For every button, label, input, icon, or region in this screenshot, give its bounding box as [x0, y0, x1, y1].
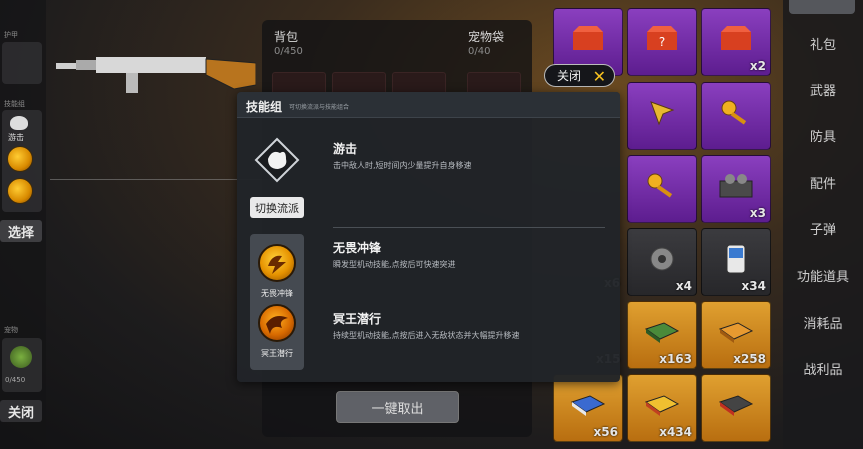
item-count: x4: [675, 279, 692, 293]
item-count: x163: [659, 352, 692, 366]
item-cell[interactable]: [701, 374, 771, 442]
skill-icons-box: 无畏冲锋 冥王潜行: [250, 234, 304, 370]
take-out-all-button[interactable]: 一键取出: [336, 391, 459, 423]
mystery-crate-icon: ?: [647, 26, 677, 51]
charge-mini-icon: [7, 146, 33, 172]
item-count: x34: [741, 279, 766, 293]
item-cell[interactable]: x3: [701, 155, 771, 223]
close-x-icon: ✕: [592, 67, 606, 86]
nav-item-weapon[interactable]: 武器: [783, 80, 863, 99]
blue-pack-icon: [570, 395, 606, 417]
skill-name: 冥王潜行: [333, 312, 382, 326]
green-pack-icon: [644, 322, 680, 344]
skill-name: 无畏冲锋: [333, 241, 382, 255]
bag-label: 背包: [274, 30, 299, 44]
skill-description: 持续型机动技能,点按后进入无敌状态并大幅提升移速: [333, 331, 520, 340]
item-cell[interactable]: x2: [701, 8, 771, 76]
arrow-cursor-icon: [650, 101, 675, 126]
pet-count: 0/450: [5, 376, 26, 384]
close-button[interactable]: 关闭 ✕: [544, 64, 615, 87]
category-nav: 礼包 武器 防具 配件 子弹 功能道具 消耗品 战利品: [783, 0, 863, 449]
style-description: 击中敌人时,短时间内少量提升自身移速: [333, 161, 472, 170]
left-close-button[interactable]: 关闭: [0, 400, 42, 422]
pet-bag-label: 宠物袋: [468, 30, 505, 44]
close-label: 关闭: [557, 69, 582, 83]
gold-key-icon: [647, 173, 673, 198]
rifle-icon: [56, 57, 256, 93]
bag-count: 0/450: [274, 46, 303, 57]
item-count: x258: [733, 352, 766, 366]
nav-item-consumable[interactable]: 消耗品: [783, 313, 863, 332]
skill-group-label: 技能组: [4, 100, 25, 108]
item-cell[interactable]: x34: [701, 228, 771, 296]
item-cell[interactable]: x434: [627, 374, 697, 442]
pet-icon: [10, 346, 32, 368]
left-equipment-column: 护甲 技能组 游击 选择 宠物 0/450 关闭: [0, 0, 46, 449]
divider: [333, 227, 605, 228]
svg-text:?: ?: [659, 35, 665, 49]
pet-label: 宠物: [4, 326, 18, 334]
item-cell[interactable]: [627, 155, 697, 223]
game-screen: 护甲 技能组 游击 选择 宠物 0/450 关闭 背包 0/450 宠物袋 0/…: [0, 0, 863, 449]
yellow-pack-icon: [644, 395, 680, 417]
ammo-box-icon: [719, 174, 753, 198]
red-crate-icon: [721, 26, 751, 51]
stealth-skill-label: 冥王潜行: [261, 349, 293, 358]
stealth-mini-icon: [7, 178, 33, 204]
red-crate-icon: [573, 26, 603, 51]
item-cell[interactable]: [627, 82, 697, 150]
charge-skill-label: 无畏冲锋: [261, 289, 293, 298]
select-button[interactable]: 选择: [0, 220, 42, 242]
red-pack-icon: [718, 395, 754, 417]
modal-title: 技能组: [246, 100, 283, 114]
nav-top-tab[interactable]: [789, 0, 855, 14]
charge-skill-icon[interactable]: [258, 244, 296, 282]
nav-item-tool[interactable]: 功能道具: [783, 266, 863, 285]
item-cell[interactable]: x163: [627, 301, 697, 369]
pet-slot[interactable]: 0/450: [2, 338, 42, 392]
item-cell[interactable]: [701, 82, 771, 150]
item-cell[interactable]: ?: [627, 8, 697, 76]
armor-label: 护甲: [4, 31, 18, 39]
guerrilla-style-icon: [254, 137, 300, 183]
skill-group-slot[interactable]: 游击: [2, 110, 42, 212]
battery-icon: [726, 244, 746, 274]
item-cell[interactable]: x258: [701, 301, 771, 369]
skill-group-name: 游击: [8, 133, 24, 142]
item-count: x3: [749, 206, 766, 220]
nav-item-gift[interactable]: 礼包: [783, 34, 863, 53]
skill-group-modal: 技能组 可切换流派与技能组合 切换流派 游击 击中敌人时,短时间内少量提升自身移…: [237, 92, 620, 382]
orange-pack-icon: [718, 322, 754, 344]
modal-subtitle: 可切换流派与技能组合: [289, 104, 350, 111]
pet-bag-count: 0/40: [468, 46, 491, 57]
armor-slot[interactable]: [2, 42, 42, 84]
switch-style-button[interactable]: 切换流派: [250, 197, 304, 218]
stealth-skill-icon[interactable]: [258, 304, 296, 342]
nav-item-loot[interactable]: 战利品: [783, 359, 863, 378]
style-name: 游击: [333, 142, 358, 156]
modal-header: 技能组 可切换流派与技能组合: [237, 92, 620, 118]
tape-roll-icon: [650, 247, 674, 271]
skill-description: 瞬发型机动技能,点按后可快速突进: [333, 260, 456, 269]
item-count: x2: [749, 59, 766, 73]
style-mini-icon: [10, 116, 28, 130]
item-cell[interactable]: x4: [627, 228, 697, 296]
nav-item-ammo[interactable]: 子弹: [783, 219, 863, 238]
item-cell[interactable]: x56: [553, 374, 623, 442]
nav-item-armor[interactable]: 防具: [783, 126, 863, 145]
gold-key-icon: [721, 100, 747, 125]
nav-item-attachment[interactable]: 配件: [783, 173, 863, 192]
item-count: x56: [593, 425, 618, 439]
item-count: x434: [659, 425, 692, 439]
